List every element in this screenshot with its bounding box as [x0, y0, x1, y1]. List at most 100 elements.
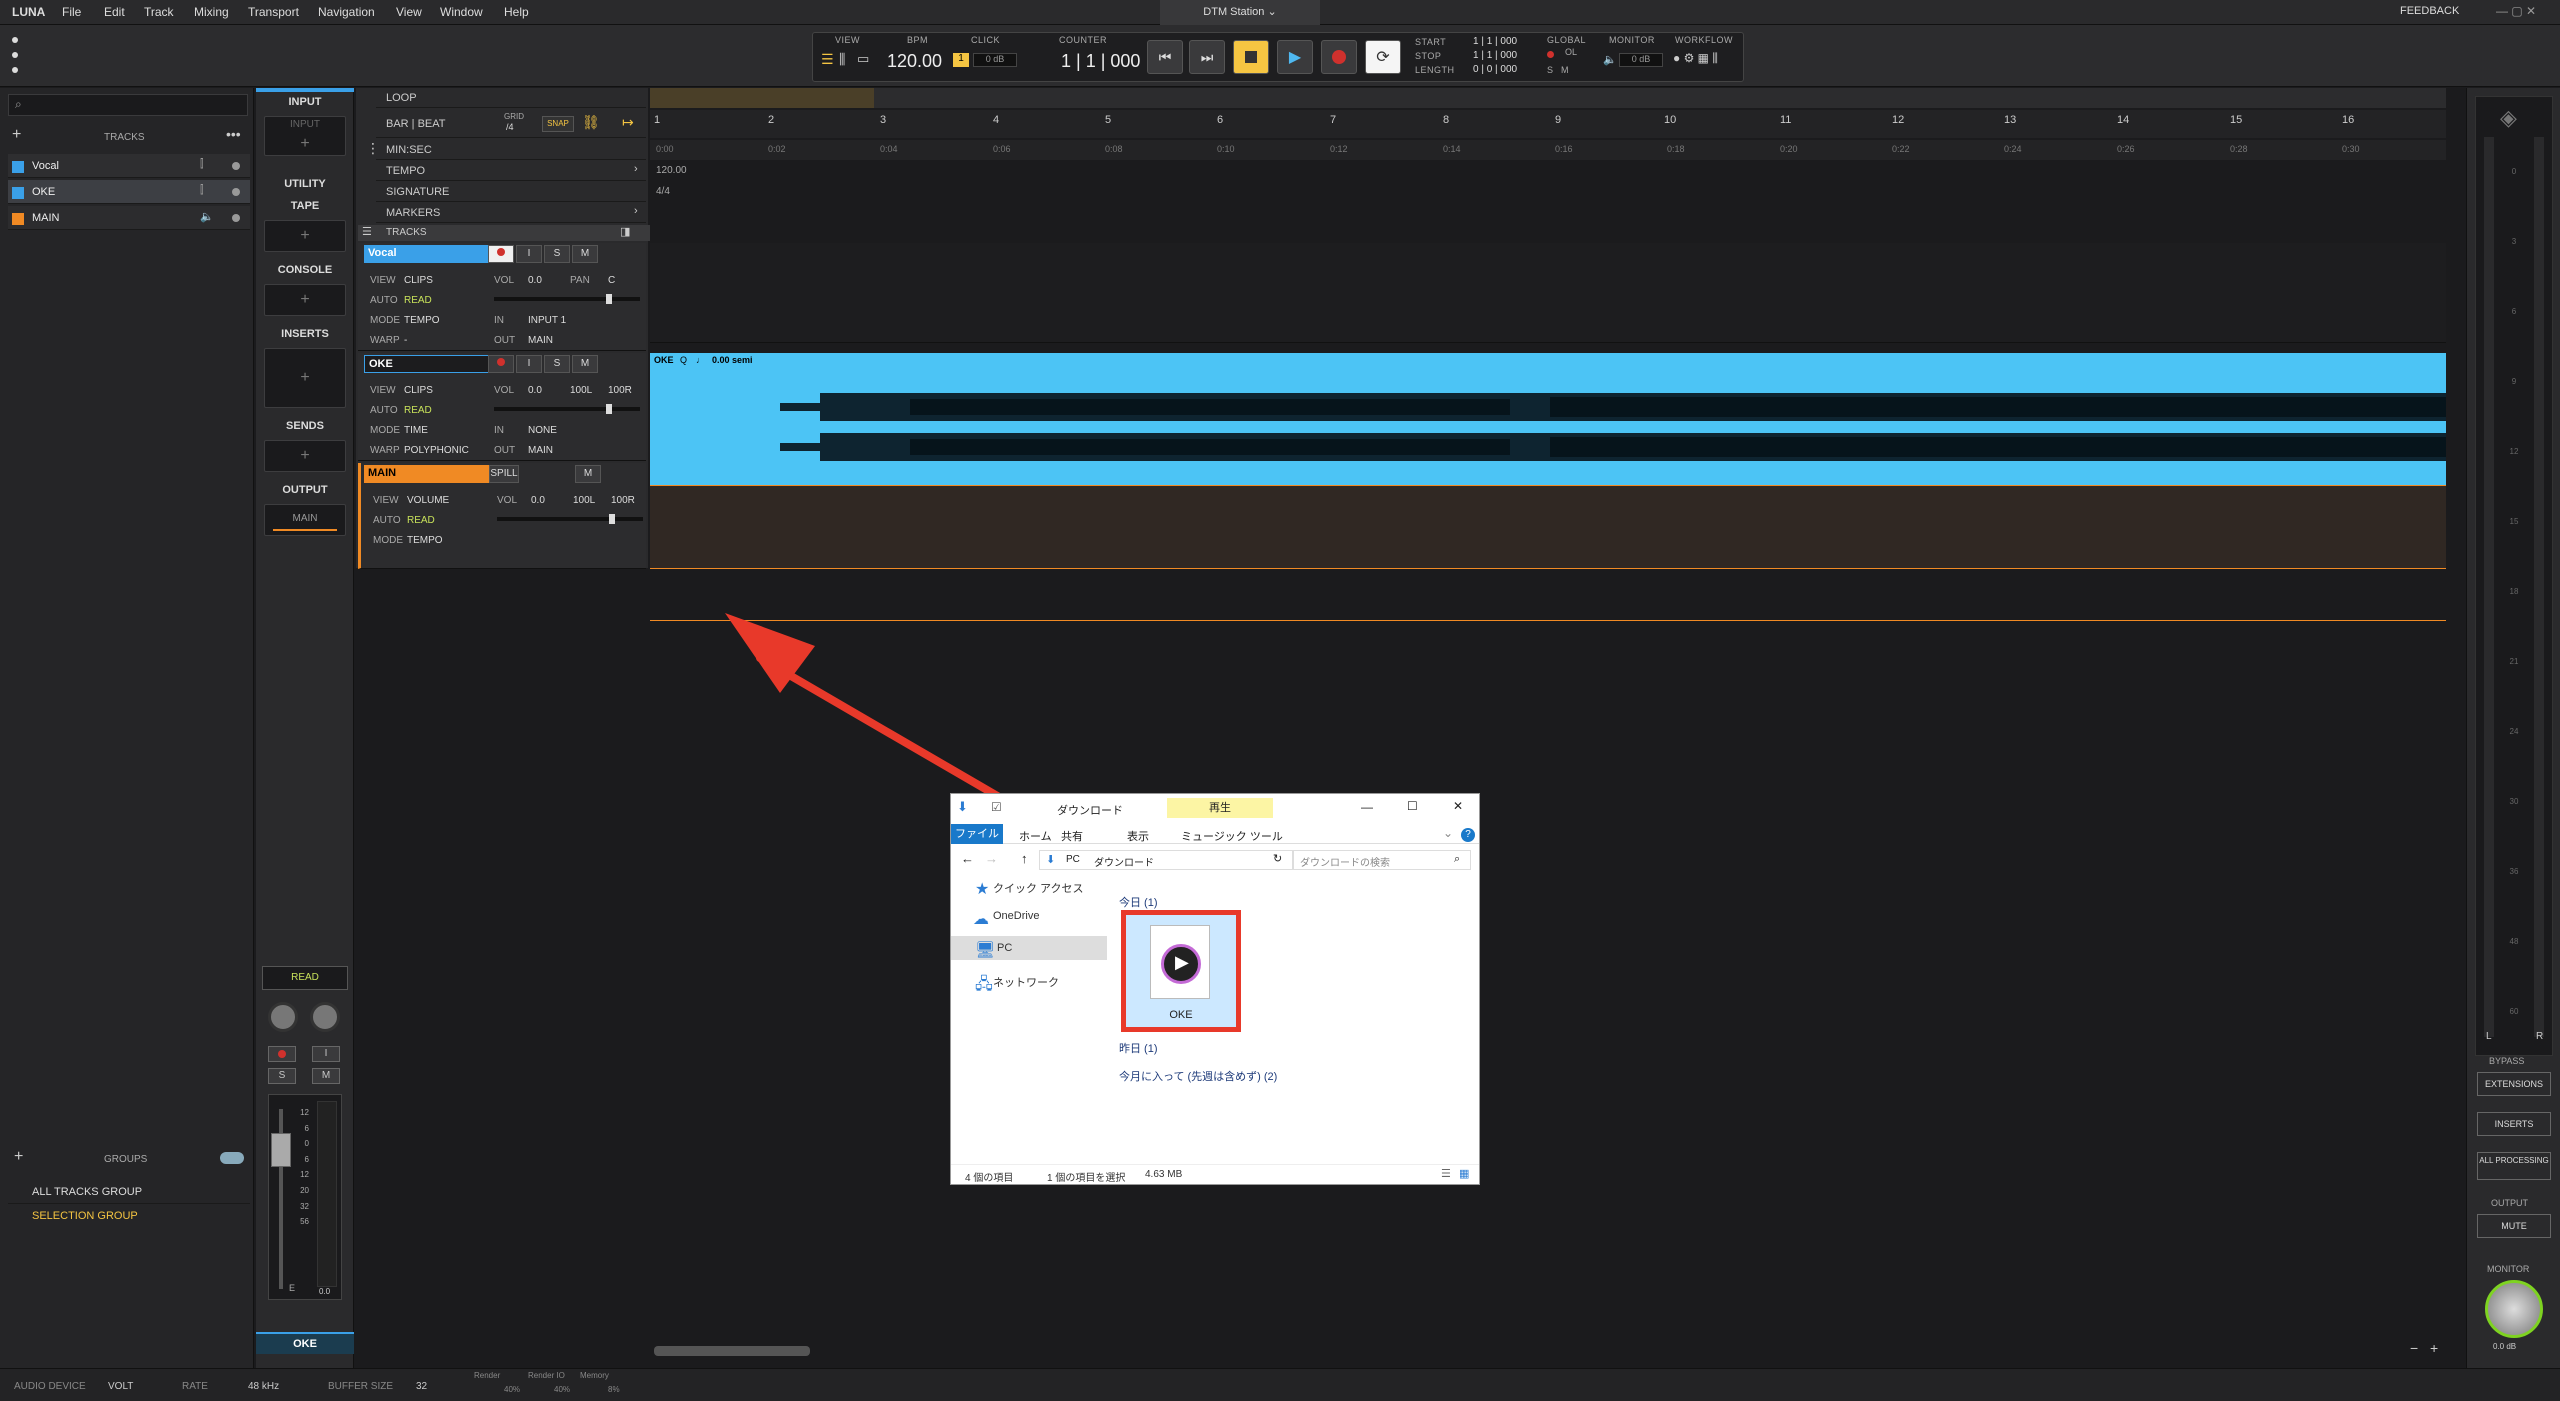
in-value[interactable]: INPUT 1: [528, 315, 566, 326]
file-item-oke[interactable]: ▶ OKE: [1121, 910, 1241, 1032]
icons-view-icon[interactable]: ▦: [1459, 1167, 1469, 1180]
address-downloads[interactable]: ダウンロード: [1094, 854, 1154, 869]
bypass-extensions-button[interactable]: EXTENSIONS: [2477, 1072, 2551, 1096]
groups-toggle[interactable]: [220, 1152, 244, 1164]
waveform-icon[interactable]: ⫿: [200, 184, 204, 197]
menu-file[interactable]: File: [62, 5, 81, 19]
start-value[interactable]: 1 | 1 | 000: [1473, 36, 1517, 47]
session-title[interactable]: DTM Station ⌄: [1160, 0, 1320, 25]
back-arrow-icon[interactable]: ←: [961, 851, 974, 866]
stop-button[interactable]: [1233, 40, 1269, 74]
workflow-icons[interactable]: ● ⚙ ▦ ⫼: [1673, 51, 1718, 66]
group-item-all[interactable]: ALL TRACKS GROUP: [8, 1180, 250, 1204]
nav-item-pc[interactable]: 🖥 PC: [951, 936, 1107, 960]
vol-value[interactable]: 0.0: [528, 385, 542, 396]
chevron-down-icon[interactable]: ⌄: [1443, 826, 1453, 840]
length-value[interactable]: 0 | 0 | 000: [1473, 64, 1517, 75]
close-icon[interactable]: ✕: [1453, 799, 1463, 813]
add-track-icon[interactable]: +: [12, 126, 21, 144]
solo-button[interactable]: S: [544, 245, 570, 263]
record-arm-dot[interactable]: [232, 162, 240, 170]
inserts-slot[interactable]: +: [264, 348, 346, 408]
group-item-selection[interactable]: SELECTION GROUP: [8, 1204, 250, 1228]
group-header-yesterday[interactable]: 昨日 (1): [1119, 1040, 1158, 1056]
track-header-vocal[interactable]: Vocal I S M VIEW CLIPS AUTO READ MODE TE…: [358, 243, 646, 351]
tape-slot[interactable]: +: [264, 220, 346, 252]
menu-transport[interactable]: Transport: [248, 5, 299, 19]
menu-help[interactable]: Help: [504, 5, 529, 19]
track-name[interactable]: MAIN: [364, 465, 490, 483]
volume-slider[interactable]: [494, 294, 640, 304]
vol-value[interactable]: 0.0: [531, 495, 545, 506]
out-value[interactable]: MAIN: [528, 335, 553, 346]
auto-value[interactable]: READ: [407, 515, 435, 526]
solo-button[interactable]: S: [544, 355, 570, 373]
view-mixer-icon[interactable]: ⫼: [839, 51, 845, 68]
track-header-main[interactable]: MAIN SPILL M VIEW VOLUME AUTO READ MODE …: [358, 463, 646, 569]
in-value[interactable]: NONE: [528, 425, 557, 436]
address-bar[interactable]: ⬇ PC ダウンロード: [1039, 850, 1293, 870]
output-slot[interactable]: MAIN: [264, 504, 346, 536]
rate-value[interactable]: 48 kHz: [248, 1381, 279, 1392]
minimize-icon[interactable]: —: [1361, 800, 1373, 814]
speaker-icon[interactable]: 🔈: [1603, 53, 1617, 66]
explorer-search-input[interactable]: ダウンロードの検索 ⌕: [1293, 850, 1471, 870]
up-arrow-icon[interactable]: ↑: [1021, 851, 1028, 866]
view-monitor-icon[interactable]: ▭: [857, 51, 869, 67]
audio-device-value[interactable]: VOLT: [108, 1381, 133, 1392]
play-button[interactable]: ▶: [1277, 40, 1313, 74]
menu-navigation[interactable]: Navigation: [318, 5, 375, 19]
global-mute[interactable]: M: [1561, 65, 1569, 75]
strip-record-button[interactable]: [268, 1046, 296, 1062]
strip-solo-button[interactable]: S: [268, 1068, 296, 1084]
pan-left-value[interactable]: 100L: [570, 385, 592, 396]
view-value[interactable]: VOLUME: [407, 495, 449, 506]
console-slot[interactable]: +: [264, 284, 346, 316]
warp-value[interactable]: POLYPHONIC: [404, 445, 469, 456]
help-icon[interactable]: ?: [1461, 828, 1475, 842]
output-mute-button[interactable]: MUTE: [2477, 1214, 2551, 1238]
mode-value[interactable]: TEMPO: [407, 535, 443, 546]
record-arm-dot[interactable]: [232, 214, 240, 222]
pan-value[interactable]: C: [608, 275, 615, 286]
click-toggle[interactable]: 1: [953, 53, 969, 67]
pan-right-value[interactable]: 100R: [611, 495, 635, 506]
view-value[interactable]: CLIPS: [404, 275, 433, 286]
bypass-all-processing-button[interactable]: ALL PROCESSING: [2477, 1152, 2551, 1180]
follow-icon[interactable]: ↦: [622, 114, 634, 131]
track-name[interactable]: OKE: [364, 355, 492, 373]
nav-item-onedrive[interactable]: ☁ OneDrive: [951, 904, 1107, 928]
rewind-button[interactable]: ⏮: [1147, 40, 1183, 74]
record-arm-button[interactable]: [488, 355, 514, 373]
mode-value[interactable]: TIME: [404, 425, 428, 436]
ol-indicator[interactable]: OL: [1565, 47, 1577, 57]
record-arm-dot[interactable]: [232, 188, 240, 196]
menu-edit[interactable]: Edit: [104, 5, 125, 19]
tracks-more-icon[interactable]: •••: [226, 126, 241, 142]
add-group-icon[interactable]: +: [14, 1148, 23, 1166]
track-list-item-vocal[interactable]: Vocal ⫿: [8, 154, 250, 178]
mute-button[interactable]: M: [572, 355, 598, 373]
timeline-area[interactable]: 1 2 3 4 5 6 7 8 9 10 11 12 13 14 15 16 0…: [650, 88, 2446, 1368]
nav-item-quick-access[interactable]: ★ クイック アクセス: [951, 874, 1107, 898]
track-header-oke[interactable]: OKE I S M VIEW CLIPS AUTO READ MODE TIME…: [358, 353, 646, 461]
waveform-icon[interactable]: ⫿: [200, 158, 204, 171]
global-solo[interactable]: S: [1547, 65, 1553, 75]
nav-item-network[interactable]: 🖧 ネットワーク: [951, 968, 1107, 993]
out-value[interactable]: MAIN: [528, 445, 553, 456]
tracks-view-icon[interactable]: ◨: [620, 225, 630, 238]
window-controls-icon[interactable]: — ▢ ✕: [2496, 4, 2536, 18]
menu-view[interactable]: View: [396, 5, 422, 19]
strip-name[interactable]: OKE: [256, 1332, 354, 1354]
group-header-today[interactable]: 今日 (1): [1119, 894, 1158, 910]
tracks-menu-icon[interactable]: ☰: [362, 225, 372, 238]
stop-value[interactable]: 1 | 1 | 000: [1473, 50, 1517, 61]
volume-slider[interactable]: [497, 514, 643, 524]
volume-fader[interactable]: [271, 1133, 291, 1167]
vol-value[interactable]: 0.0: [528, 275, 542, 286]
pan-right-value[interactable]: 100R: [608, 385, 632, 396]
details-view-icon[interactable]: ☰: [1441, 1167, 1451, 1180]
strip-input-button[interactable]: I: [312, 1046, 340, 1062]
refresh-icon[interactable]: ↻: [1273, 852, 1282, 865]
counter-value[interactable]: 1 | 1 | 000: [1061, 51, 1140, 72]
